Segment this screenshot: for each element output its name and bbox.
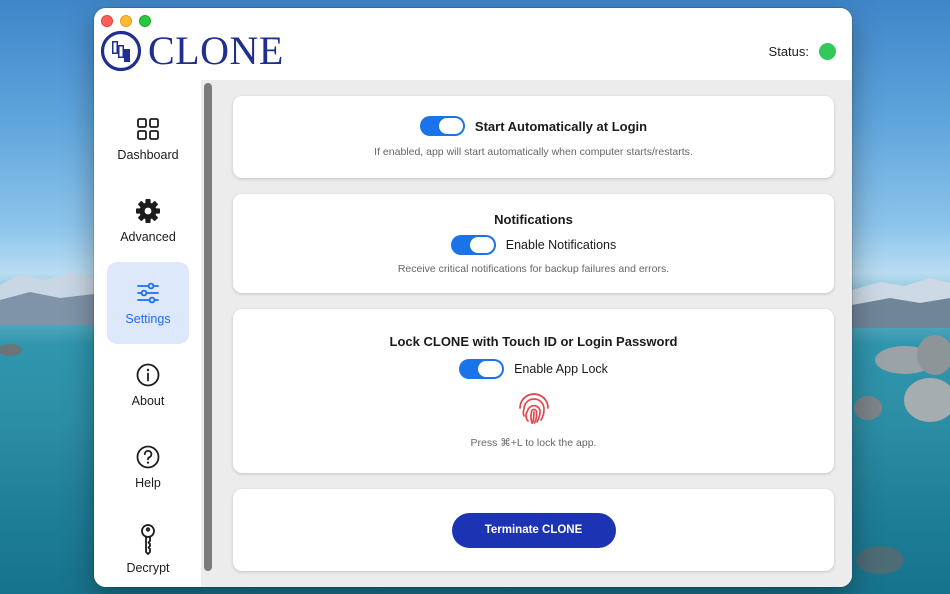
sidebar-scrollbar-thumb[interactable] [204,83,212,571]
status-label: Status: [768,44,809,59]
minimize-window-button[interactable] [120,15,132,27]
info-icon [136,363,160,387]
sidebar-item-help[interactable]: Help [107,426,189,508]
sliders-icon [137,282,159,304]
auto-start-toggle[interactable] [419,116,465,136]
app-lock-card: Lock CLONE with Touch ID or Login Passwo… [233,309,834,473]
app-lock-description: Press ⌘+L to lock the app. [470,436,597,449]
sidebar-item-label: Advanced [120,230,176,244]
sidebar-item-about[interactable]: About [107,344,189,426]
fingerprint-icon[interactable] [515,389,553,427]
sidebar-item-decrypt[interactable]: Decrypt [107,508,189,587]
sidebar-item-label: Help [135,476,161,490]
app-logo: CLONE [100,30,284,72]
key-icon [141,524,155,555]
notifications-description: Receive critical notifications for backu… [397,263,670,275]
settings-content: Start Automatically at Login If enabled,… [215,80,852,587]
sidebar-item-label: About [131,394,165,408]
app-lock-label: Enable App Lock [514,361,608,376]
auto-start-card: Start Automatically at Login If enabled,… [233,96,834,178]
app-name: CLONE [148,28,284,73]
app-window: CLONE Status: Dashboard Advanced Setting… [94,8,852,587]
auto-start-description: If enabled, app will start automatically… [374,146,693,158]
sidebar-item-label: Decrypt [126,561,170,575]
notifications-row: Enable Notifications [450,235,617,255]
sidebar-item-settings[interactable]: Settings [107,262,189,344]
window-controls [101,15,151,27]
title-bar: CLONE Status: [94,8,852,80]
clone-logo-icon [100,30,142,72]
sidebar-item-dashboard[interactable]: Dashboard [107,98,189,180]
app-lock-title: Lock CLONE with Touch ID or Login Passwo… [389,333,678,349]
notifications-label: Enable Notifications [505,238,617,252]
main-area: Dashboard Advanced Settings About Help D… [94,80,852,587]
auto-start-row: Start Automatically at Login [419,116,648,136]
close-window-button[interactable] [101,15,113,27]
sidebar: Dashboard Advanced Settings About Help D… [94,80,201,587]
notifications-toggle[interactable] [450,235,496,255]
sidebar-item-label: Settings [125,312,171,326]
terminate-button[interactable]: Terminate CLONE [451,512,616,548]
grid-icon [137,118,159,140]
notifications-card: Notifications Enable Notifications Recei… [233,194,834,293]
sidebar-item-label: Dashboard [117,148,179,162]
auto-start-label: Start Automatically at Login [474,118,648,134]
status-dot-icon [819,43,836,60]
sidebar-item-advanced[interactable]: Advanced [107,180,189,262]
terminate-card: Terminate CLONE [233,489,834,571]
gear-icon [136,199,160,223]
status-indicator: Status: [769,43,836,60]
app-lock-row: Enable App Lock [459,358,608,379]
app-lock-toggle[interactable] [459,358,505,379]
zoom-window-button[interactable] [139,15,151,27]
notifications-title: Notifications [494,212,573,227]
question-icon [136,445,160,469]
